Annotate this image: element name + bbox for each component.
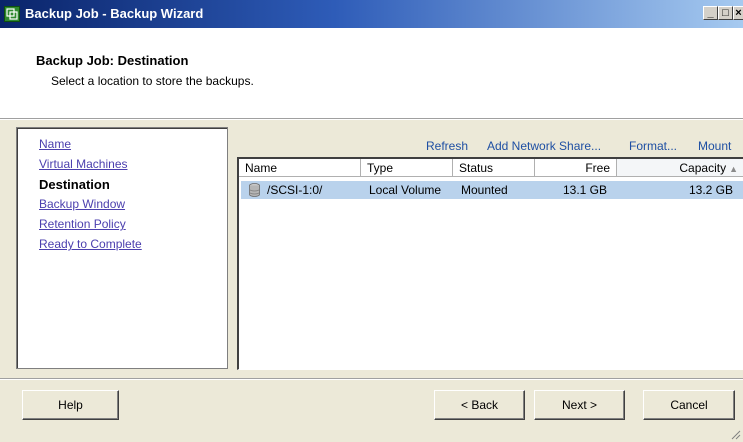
format-link[interactable]: Format... [629, 139, 677, 153]
nav-item-ready-to-complete[interactable]: Ready to Complete [39, 237, 142, 251]
cell-status: Mounted [461, 183, 508, 197]
help-button[interactable]: Help [22, 390, 119, 420]
backup-app-icon [4, 6, 20, 22]
nav-item-retention-policy[interactable]: Retention Policy [39, 217, 126, 231]
capacity-header-label: Capacity [679, 161, 727, 175]
cell-type: Local Volume [369, 183, 442, 197]
column-header-free[interactable]: Free [535, 159, 617, 177]
cell-capacity: 13.2 GB [688, 183, 733, 197]
maximize-button[interactable]: □ [718, 6, 733, 20]
title-bar: Backup Job - Backup Wizard _ □ × [0, 0, 743, 28]
nav-item-name[interactable]: Name [39, 137, 71, 151]
column-header-status[interactable]: Status [453, 159, 535, 177]
table-row[interactable]: /SCSI-1:0/ Local Volume Mounted 13.1 GB … [241, 181, 743, 199]
footer-divider [0, 378, 743, 380]
cell-name: /SCSI-1:0/ [267, 183, 323, 197]
resize-grip-icon[interactable] [729, 428, 741, 440]
nav-item-virtual-machines[interactable]: Virtual Machines [39, 157, 128, 171]
nav-item-backup-window[interactable]: Backup Window [39, 197, 125, 211]
window-title: Backup Job - Backup Wizard [25, 6, 204, 21]
wizard-steps-pane: Name Virtual Machines Destination Backup… [16, 127, 228, 369]
column-header-type[interactable]: Type [361, 159, 453, 177]
column-header-name[interactable]: Name [239, 159, 361, 177]
mount-link[interactable]: Mount [698, 139, 731, 153]
column-header-capacity[interactable]: Capacity ▲ [617, 159, 743, 177]
step-description: Select a location to store the backups. [51, 74, 254, 88]
refresh-link[interactable]: Refresh [426, 139, 468, 153]
next-button[interactable]: Next > [534, 390, 625, 420]
disk-icon [249, 183, 260, 197]
back-button[interactable]: < Back [434, 390, 525, 420]
cancel-button[interactable]: Cancel [643, 390, 735, 420]
table-header: Name Type Status Free Capacity ▲ [239, 159, 743, 178]
wizard-header: Backup Job: Destination Select a locatio… [0, 28, 743, 118]
destination-table: Name Type Status Free Capacity ▲ /SCSI-1:… [237, 157, 743, 370]
sort-ascending-icon: ▲ [729, 164, 738, 174]
cell-free: 13.1 GB [562, 183, 607, 197]
minimize-button[interactable]: _ [703, 6, 718, 20]
add-network-share-link[interactable]: Add Network Share... [487, 139, 601, 153]
step-title: Backup Job: Destination [36, 53, 189, 68]
nav-item-destination: Destination [39, 177, 110, 192]
header-divider [0, 118, 743, 120]
close-button[interactable]: × [733, 6, 743, 20]
